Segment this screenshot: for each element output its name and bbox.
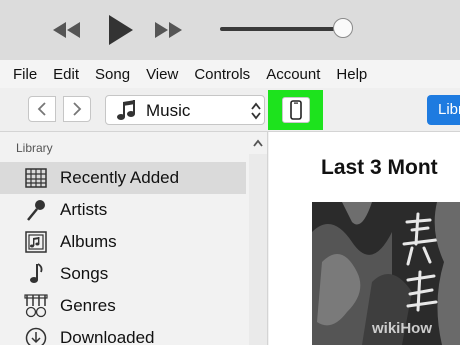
chevron-up-icon [253, 139, 263, 147]
chevron-left-icon [37, 102, 46, 116]
sidebar-item-label: Recently Added [60, 168, 180, 187]
volume-slider-thumb[interactable] [332, 18, 353, 38]
sidebar-header: Library [16, 141, 53, 155]
iphone-icon [290, 100, 302, 120]
chevron-right-icon [73, 102, 82, 116]
music-note-icon [24, 262, 48, 286]
toolbar: Music [0, 88, 460, 132]
download-icon [24, 326, 48, 345]
sidebar: Library Recently Added Artists Albums So… [0, 132, 268, 345]
album-icon [24, 230, 48, 254]
fast-forward-button[interactable] [152, 0, 186, 60]
sidebar-item-label: Genres [60, 296, 116, 315]
microphone-icon [24, 198, 48, 222]
menu-controls[interactable]: Controls [194, 66, 250, 83]
menu-account[interactable]: Account [266, 66, 320, 83]
transport-bar [0, 0, 460, 60]
sidebar-scrollbar[interactable] [249, 154, 267, 345]
music-note-icon [117, 100, 135, 120]
sidebar-item-label: Artists [60, 200, 108, 219]
library-button[interactable]: Libr [427, 95, 460, 125]
play-button[interactable] [103, 0, 137, 60]
section-title: Last 3 Mont [321, 156, 438, 179]
menu-file[interactable]: File [13, 66, 37, 83]
sidebar-item-artists[interactable]: Artists [0, 194, 246, 226]
watermark: wikiHow [372, 320, 433, 337]
fast-forward-icon [155, 22, 182, 38]
rewind-icon [53, 22, 80, 38]
sidebar-item-label: Songs [60, 264, 109, 283]
media-type-select[interactable]: Music [105, 95, 265, 125]
forward-button[interactable] [63, 96, 91, 122]
media-type-label: Music [146, 101, 191, 120]
menu-bar: File Edit Song View Controls Account Hel… [0, 60, 460, 88]
back-button[interactable] [28, 96, 56, 122]
sidebar-item-recently-added[interactable]: Recently Added [0, 162, 246, 194]
volume-slider[interactable] [220, 27, 348, 31]
play-icon [109, 15, 133, 45]
sidebar-item-label: Downloaded [60, 328, 155, 345]
menu-help[interactable]: Help [336, 66, 367, 83]
rewind-button[interactable] [50, 0, 84, 60]
scroll-up-button[interactable] [249, 134, 267, 152]
sidebar-item-label: Albums [60, 232, 117, 251]
sidebar-item-albums[interactable]: Albums [0, 226, 246, 258]
menu-view[interactable]: View [146, 66, 178, 83]
sidebar-item-genres[interactable]: Genres [0, 290, 246, 322]
grid-icon [24, 166, 48, 190]
device-button[interactable] [282, 97, 310, 123]
chevron-updown-icon [251, 102, 261, 120]
menu-song[interactable]: Song [95, 66, 130, 83]
sidebar-item-songs[interactable]: Songs [0, 258, 246, 290]
main-content: Last 3 Mont [269, 132, 460, 345]
genres-icon [24, 294, 48, 318]
sidebar-item-downloaded[interactable]: Downloaded [0, 322, 246, 345]
menu-edit[interactable]: Edit [53, 66, 79, 83]
